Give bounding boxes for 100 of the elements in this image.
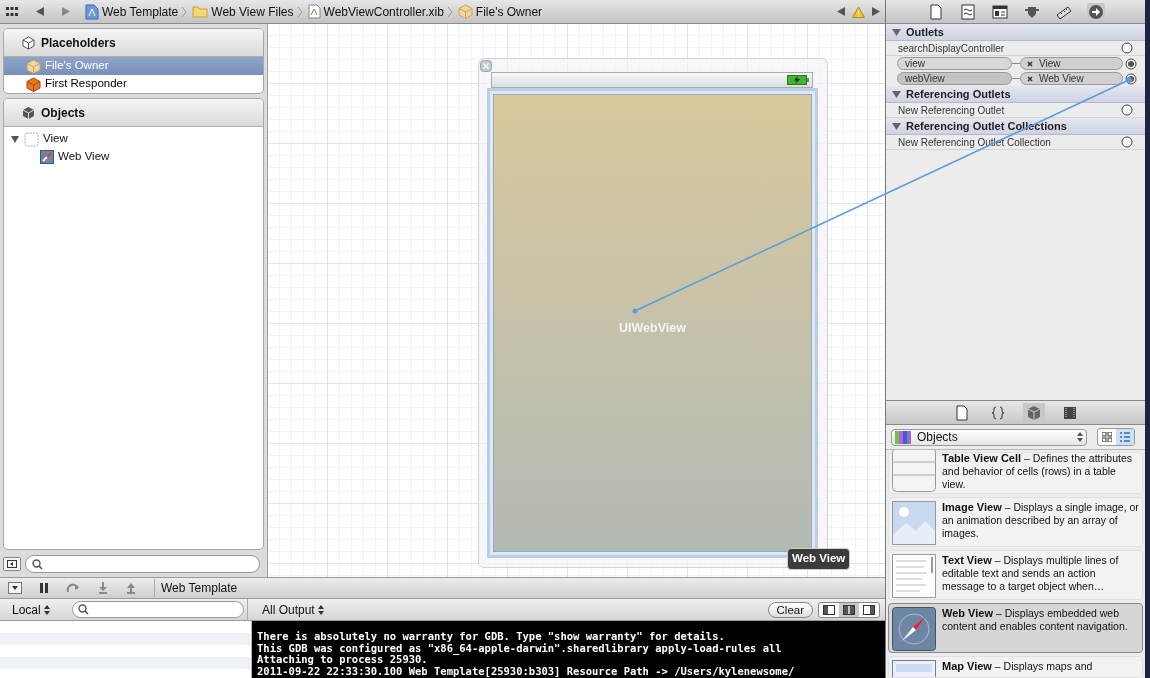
quick-help-icon [959, 3, 976, 20]
list-view-icon [1120, 432, 1130, 442]
braces-icon [989, 404, 1006, 421]
library-popup[interactable]: Objects [891, 428, 1087, 446]
outlet-target[interactable]: View [1020, 57, 1123, 70]
outlet-target[interactable]: Web View [1020, 72, 1123, 85]
split-pane-icon [843, 604, 855, 615]
library-item-description: Table View Cell – Defines the attributes and behavior of cells (rows) in a table view. [942, 452, 1133, 491]
step-into-icon [98, 582, 108, 594]
library-tab[interactable] [1022, 402, 1045, 423]
outline-toggle-button[interactable] [3, 557, 21, 571]
previous-issue-icon [836, 6, 846, 17]
file-icon [953, 404, 970, 421]
step-out-icon [126, 582, 136, 594]
x-icon [1027, 75, 1033, 82]
console-line: This GDB was configured as "x86_64-apple-darwin".sharedlibrary apply-load-rules all [257, 642, 783, 655]
breadcrumb-item[interactable]: Web Template [85, 2, 179, 21]
console-line: There is absolutely no warranty for GDB. Type "show warranty" for details. [257, 631, 726, 643]
library-item-description: Image View – Displays a single image, or an animation described by an array of images. [942, 501, 1139, 541]
filter-field[interactable] [25, 555, 260, 573]
right-pane-icon [863, 604, 875, 615]
compass-icon [892, 607, 936, 651]
inspector-tab[interactable] [958, 2, 977, 21]
updown-arrows-icon [43, 604, 50, 615]
view-mode-control[interactable] [1097, 428, 1135, 446]
output-popup[interactable]: All Output [262, 600, 324, 619]
library-item[interactable]: Map View – Displays maps and [888, 656, 1143, 678]
scheme-label: Web Template [154, 579, 238, 597]
library-item[interactable]: Web View – Displays embedded web content and enables content navigation. [888, 603, 1143, 653]
view-segmented-control[interactable] [818, 601, 880, 618]
outlet-name: webView [897, 72, 1012, 85]
library-item-description: Web View – Displays embedded web content and enables content navigation. [942, 607, 1129, 634]
outline-item[interactable]: View [4, 130, 263, 148]
blueprint-file-icon [85, 3, 99, 20]
x-icon [1027, 60, 1033, 67]
forward-icon [61, 6, 71, 17]
outlet-name: New Referencing Outlet [898, 103, 1006, 118]
library-item[interactable]: Text View – Displays multiple lines of editable text and sends an action message to a target object when… [888, 550, 1143, 600]
cube-icon [26, 58, 41, 74]
section-title: Placeholders [41, 34, 116, 52]
section-title: Referencing Outlets [906, 86, 1011, 102]
console-line: 2011-09-22 22:33:30.100 Web Template[25930:b303] Resource Path -> /Users/kylenewsome/ [257, 665, 796, 678]
disclosure-triangle-icon [892, 90, 901, 98]
breadcrumb-item[interactable]: File's Owner [457, 2, 543, 21]
search-field[interactable] [72, 601, 244, 618]
updown-arrows-icon [1077, 432, 1083, 442]
cube-icon [457, 4, 473, 19]
cube-icon [22, 105, 35, 120]
disclosure-triangle-icon [892, 122, 901, 130]
arrow-circle-icon [1087, 3, 1104, 20]
library-item[interactable]: Image View – Displays a single image, or an animation described by an array of images. [888, 497, 1143, 547]
section-title: Objects [41, 104, 85, 122]
left-pane-icon [823, 604, 835, 615]
view-icon [24, 131, 39, 147]
chevron-icon [296, 5, 303, 18]
scope-popup[interactable]: Local [12, 600, 72, 619]
updown-arrows-icon [317, 604, 324, 615]
tooltip: Web View [787, 548, 851, 570]
clear-button[interactable]: Clear [767, 601, 813, 618]
breadcrumb-item[interactable]: WebViewController.xib [307, 2, 444, 21]
text-lines-icon [892, 554, 936, 598]
warning-icon [852, 5, 865, 18]
library-item-description: Text View – Displays multiple lines of editable text and sends an action message to a target object when… [942, 554, 1120, 594]
step-over-icon [66, 583, 80, 593]
outline-item[interactable]: First Responder [4, 75, 263, 93]
section-title: Outlets [906, 24, 944, 40]
image-icon [892, 501, 936, 545]
chevron-icon [181, 5, 188, 18]
inspector-tab[interactable] [990, 2, 1009, 21]
library-item[interactable]: Table View Cell – Defines the attributes and behavior of cells (rows) in a table view. [888, 452, 1143, 494]
pause-icon [40, 583, 48, 593]
cube-icon [22, 35, 35, 50]
identity-icon [991, 3, 1008, 20]
back-icon [35, 6, 45, 17]
sidebar-icon [7, 560, 17, 568]
grid-view-icon [1102, 432, 1112, 442]
next-issue-icon [871, 6, 881, 17]
console-line: Attaching to process 25930. [257, 654, 429, 666]
grid-icon [5, 5, 19, 18]
outline-item[interactable]: Web View [4, 148, 263, 166]
cube-icon [26, 76, 41, 92]
library-item-description: Map View – Displays maps and [942, 660, 1094, 674]
outlet-name: view [897, 57, 1012, 70]
view-class-label: UIWebView [619, 319, 686, 337]
file-icon [927, 3, 944, 20]
map-icon [892, 660, 936, 677]
document-icon [307, 4, 321, 19]
folder-icon [192, 5, 209, 18]
compass-icon [40, 150, 54, 164]
chevron-icon [446, 5, 453, 18]
film-icon [1061, 404, 1078, 421]
books-icon [895, 430, 913, 444]
cube-icon [1025, 404, 1042, 421]
search-icon [78, 604, 89, 615]
inspector-tab[interactable] [1086, 2, 1105, 21]
search-icon [32, 558, 43, 570]
breadcrumb-item[interactable]: Web View Files [192, 2, 294, 21]
disclosure-triangle-icon [892, 28, 901, 36]
outlet-name: searchDisplayController [898, 41, 1006, 56]
hide-debug-area-icon [8, 582, 22, 594]
